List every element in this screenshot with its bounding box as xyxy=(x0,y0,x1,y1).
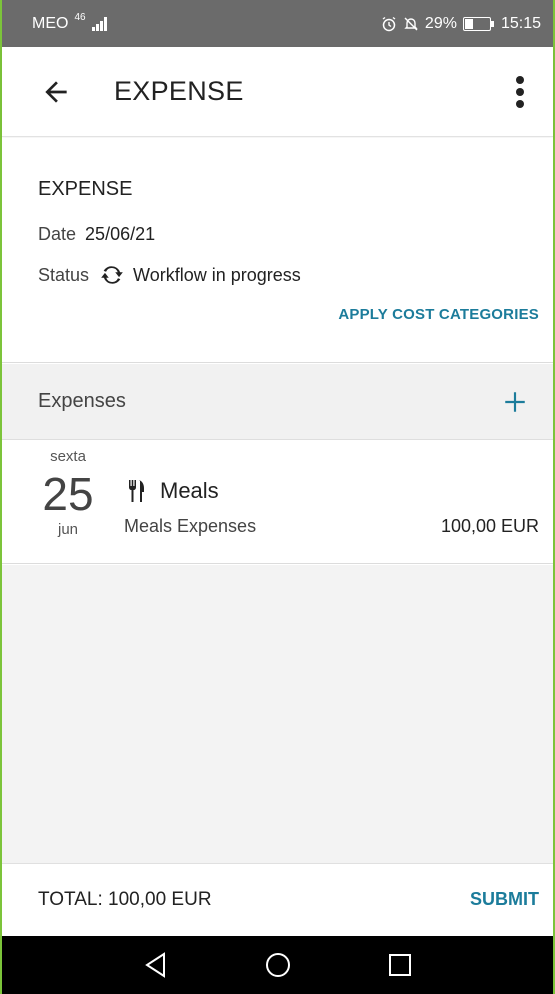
nav-recents-button[interactable] xyxy=(382,947,418,983)
bell-off-icon xyxy=(403,16,419,32)
status-left: MEO 46 xyxy=(32,12,107,33)
expense-weekday: sexta xyxy=(50,448,86,465)
expense-description: Meals Expenses xyxy=(124,516,257,536)
more-vertical-icon xyxy=(516,76,524,108)
expense-month: jun xyxy=(57,521,79,538)
expense-amount: 100,00 EUR xyxy=(440,516,539,536)
expenses-label: Expenses xyxy=(38,390,126,412)
status-label: Status xyxy=(38,264,90,285)
nav-home-icon xyxy=(265,953,290,977)
status-right: 29% 15:15 xyxy=(381,15,541,33)
clock-time: 15:15 xyxy=(500,14,541,32)
expense-status: Status Workflow in progress xyxy=(38,262,301,288)
expense-category: Meals xyxy=(128,478,219,504)
nav-back-icon xyxy=(144,952,165,978)
date-value: 25/06/21 xyxy=(85,224,156,244)
carrier-name: MEO xyxy=(32,14,69,32)
expense-category-label: Meals xyxy=(160,478,219,503)
expense-title: EXPENSE xyxy=(38,178,133,200)
system-nav-bar xyxy=(2,936,553,994)
alarm-icon xyxy=(381,16,397,32)
nav-home-button[interactable] xyxy=(260,947,296,983)
expense-date: Date 25/06/21 xyxy=(38,224,155,245)
date-label: Date xyxy=(38,224,77,244)
expense-header-card: EXPENSE Date 25/06/21 Status Workflow in… xyxy=(2,138,553,363)
sync-icon xyxy=(99,262,125,288)
nav-back-button[interactable] xyxy=(138,947,174,983)
back-button[interactable] xyxy=(30,66,82,118)
more-options-button[interactable] xyxy=(505,69,535,115)
total-amount: TOTAL: 100,00 EUR xyxy=(38,889,212,910)
arrow-left-icon xyxy=(45,80,67,103)
plus-icon xyxy=(505,392,525,412)
apply-cost-categories-button[interactable]: APPLY COST CATEGORIES xyxy=(338,306,539,323)
battery-percent: 29% xyxy=(424,14,457,32)
app-screen: MEO 46 29% 15:15 EXPENSE EXPENSE Date 25… xyxy=(0,0,555,994)
expense-date-box: sexta 25 jun xyxy=(32,448,104,538)
network-type: 46 xyxy=(74,12,86,23)
submit-button[interactable]: SUBMIT xyxy=(470,889,539,910)
page-title: EXPENSE xyxy=(114,76,244,106)
expense-day: 25 xyxy=(42,468,94,520)
footer-bar: TOTAL: 100,00 EUR SUBMIT xyxy=(2,863,553,936)
fork-knife-icon xyxy=(128,479,146,503)
nav-recents-icon xyxy=(388,954,411,976)
status-value: Workflow in progress xyxy=(133,264,301,285)
status-bar: MEO 46 29% 15:15 xyxy=(2,0,553,47)
list-item[interactable]: sexta 25 jun Meals Meals Expenses 100,00… xyxy=(2,440,553,564)
add-expense-button[interactable] xyxy=(495,382,535,422)
empty-list-area xyxy=(2,565,553,863)
expenses-section-header: Expenses xyxy=(2,364,553,440)
signal-icon xyxy=(91,16,107,31)
app-bar: EXPENSE xyxy=(2,47,553,137)
battery-icon xyxy=(462,16,494,31)
